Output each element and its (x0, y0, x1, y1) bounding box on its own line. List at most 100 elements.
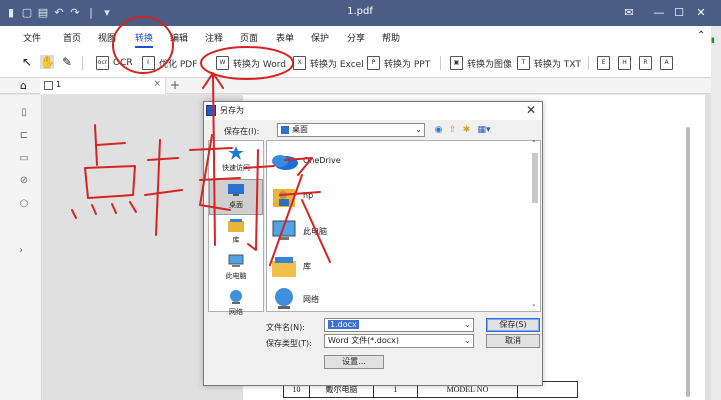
menu-edit[interactable]: 编辑 (170, 31, 188, 44)
convert-to-epub-button[interactable]: E (597, 54, 614, 72)
side-panel-icon[interactable]: ▮ (711, 36, 721, 44)
file-list[interactable]: OneDrive hp 此电脑 库 网络 ˄ ˅ (266, 140, 541, 312)
places-bar: 快速访问 桌面 库 此电脑 网络 (208, 140, 264, 316)
list-item[interactable]: 网络 (269, 284, 519, 314)
scroll-down-icon[interactable]: ˅ (532, 304, 536, 312)
save-button[interactable]: 保存(S) (486, 318, 540, 332)
menu-share[interactable]: 分享 (347, 31, 365, 44)
desktop-icon (228, 184, 244, 196)
minimize-button[interactable]: — (650, 5, 668, 21)
desktop-icon (281, 125, 289, 134)
list-item[interactable]: OneDrive (269, 146, 519, 176)
convert-toolbar: ↖ ✋ ✎ ocr OCR ⇩ 优化 PDF W 转换为 Word X 转换为 … (0, 48, 721, 78)
place-label: 快速访问 (222, 164, 250, 172)
file-list-scrollbar[interactable]: ˄ ˅ (532, 140, 538, 312)
new-tab-button[interactable]: + (170, 78, 180, 92)
edit-tool-icon[interactable]: ✎ (60, 55, 74, 69)
menu-comment[interactable]: 注释 (205, 31, 223, 44)
scrollbar-thumb[interactable] (532, 153, 538, 203)
save-in-dropdown[interactable]: 桌面 ⌄ (277, 123, 425, 137)
save-icon[interactable]: ▢ (20, 5, 34, 21)
up-folder-icon[interactable]: ⇧ (447, 125, 458, 136)
ocr-button[interactable]: ocr OCR (96, 54, 133, 72)
file-name: 库 (303, 262, 311, 271)
attachment-icon[interactable]: ⊘ (18, 175, 30, 187)
convert-to-excel-button[interactable]: X 转换为 Excel (293, 54, 364, 72)
menu-form[interactable]: 表单 (276, 31, 294, 44)
maximize-button[interactable]: ☐ (670, 5, 688, 21)
home-icon[interactable]: ⌂ (20, 79, 27, 92)
expand-panel-icon[interactable]: › (15, 245, 27, 257)
convert-to-html-button[interactable]: H (618, 54, 635, 72)
list-item[interactable]: 此电脑 (269, 216, 519, 246)
document-tab[interactable]: 1 × (40, 78, 166, 94)
save-in-label: 保存在(I): (224, 127, 260, 136)
menu-convert[interactable]: 转换 (135, 31, 154, 48)
menu-bar: 文件 首页 视图 转换 编辑 注释 页面 表单 保护 分享 帮助 ⌃ (0, 26, 721, 48)
close-tab-icon[interactable]: × (153, 79, 161, 89)
convert-to-txt-button[interactable]: T 转换为 TXT (517, 54, 581, 72)
menu-protect[interactable]: 保护 (311, 31, 329, 44)
pdfa-icon: A (660, 56, 673, 70)
comments-icon[interactable]: ▭ (18, 153, 30, 165)
new-folder-icon[interactable]: ✱ (461, 125, 472, 136)
title-bar: ▮ ▢ ▤ ↶ ↷ | ▾ 1.pdf ✉ — ☐ ✕ (0, 0, 721, 26)
redo-icon[interactable]: ↷ (68, 5, 82, 21)
right-panel-edge: ▮ (711, 26, 721, 400)
convert-to-rtf-button[interactable]: R (639, 54, 656, 72)
thumbnails-icon[interactable]: ▯ (18, 107, 30, 119)
place-libraries[interactable]: 库 (209, 215, 263, 251)
settings-button[interactable]: 设置... (324, 355, 384, 369)
menu-home[interactable]: 首页 (63, 31, 81, 44)
document-tab-label: 1 (56, 80, 62, 89)
save-as-dialog: 另存为 ✕ 保存在(I): 桌面 ⌄ ◉ ⇧ ✱ ▦▾ 快速访问 桌面 库 此电… (203, 101, 543, 386)
onedrive-icon (272, 155, 298, 170)
dialog-title-bar: 另存为 ✕ (204, 102, 542, 120)
bookmark-icon[interactable]: ⊏ (18, 130, 30, 142)
menu-help[interactable]: 帮助 (382, 31, 400, 44)
app-logo-icon: ▮ (7, 6, 15, 19)
dialog-close-icon[interactable]: ✕ (526, 103, 536, 117)
convert-to-ppt-button[interactable]: P 转换为 PPT (367, 54, 430, 72)
window-title: 1.pdf (347, 6, 373, 17)
select-tool-icon[interactable]: ↖ (20, 55, 34, 69)
close-button[interactable]: ✕ (692, 5, 710, 21)
view-menu-icon[interactable]: ▦▾ (475, 125, 493, 136)
image-icon: ▣ (450, 56, 463, 70)
cancel-button[interactable]: 取消 (486, 334, 540, 348)
print-icon[interactable]: ▤ (36, 5, 50, 21)
convert-to-image-button[interactable]: ▣ 转换为图像 (450, 54, 512, 72)
place-label: 此电脑 (225, 272, 247, 280)
place-label: 网络 (229, 308, 243, 316)
file-name: hp (303, 191, 314, 200)
convert-to-pdfa-button[interactable]: A (660, 54, 677, 72)
hand-tool-icon[interactable]: ✋ (40, 55, 55, 69)
place-this-pc[interactable]: 此电脑 (209, 251, 263, 287)
place-network[interactable]: 网络 (209, 287, 263, 323)
chevron-down-icon: ⌄ (415, 125, 422, 134)
optimize-pdf-button[interactable]: ⇩ 优化 PDF (142, 54, 197, 72)
collapse-ribbon-icon[interactable]: ⌃ (697, 30, 705, 41)
left-sidebar: ▯ ⊏ ▭ ⊘ ○ › (0, 95, 42, 400)
filename-input[interactable]: 1.docx ⌄ (324, 318, 474, 332)
undo-icon[interactable]: ↶ (52, 5, 66, 21)
menu-page[interactable]: 页面 (240, 31, 258, 44)
document-scrollbar[interactable] (686, 127, 690, 397)
back-icon[interactable]: ◉ (433, 125, 444, 136)
save-in-value: 桌面 (292, 125, 308, 134)
mail-icon[interactable]: ✉ (620, 5, 638, 21)
computer-icon (272, 220, 296, 240)
chevron-down-icon: ⌄ (464, 336, 471, 345)
filetype-dropdown[interactable]: Word 文件(*.docx) ⌄ (324, 334, 474, 348)
place-quick-access[interactable]: 快速访问 (209, 143, 263, 179)
convert-to-word-button[interactable]: W 转换为 Word (216, 54, 286, 72)
menu-view[interactable]: 视图 (98, 31, 116, 44)
scroll-up-icon[interactable]: ˄ (532, 140, 536, 148)
list-item[interactable]: hp (269, 181, 519, 211)
search-icon[interactable]: ○ (18, 198, 30, 210)
list-item[interactable]: 库 (269, 251, 519, 281)
customize-dropdown-icon[interactable]: ▾ (100, 5, 114, 21)
menu-file[interactable]: 文件 (23, 31, 41, 44)
place-desktop[interactable]: 桌面 (209, 179, 263, 215)
file-name: 此电脑 (303, 227, 327, 236)
